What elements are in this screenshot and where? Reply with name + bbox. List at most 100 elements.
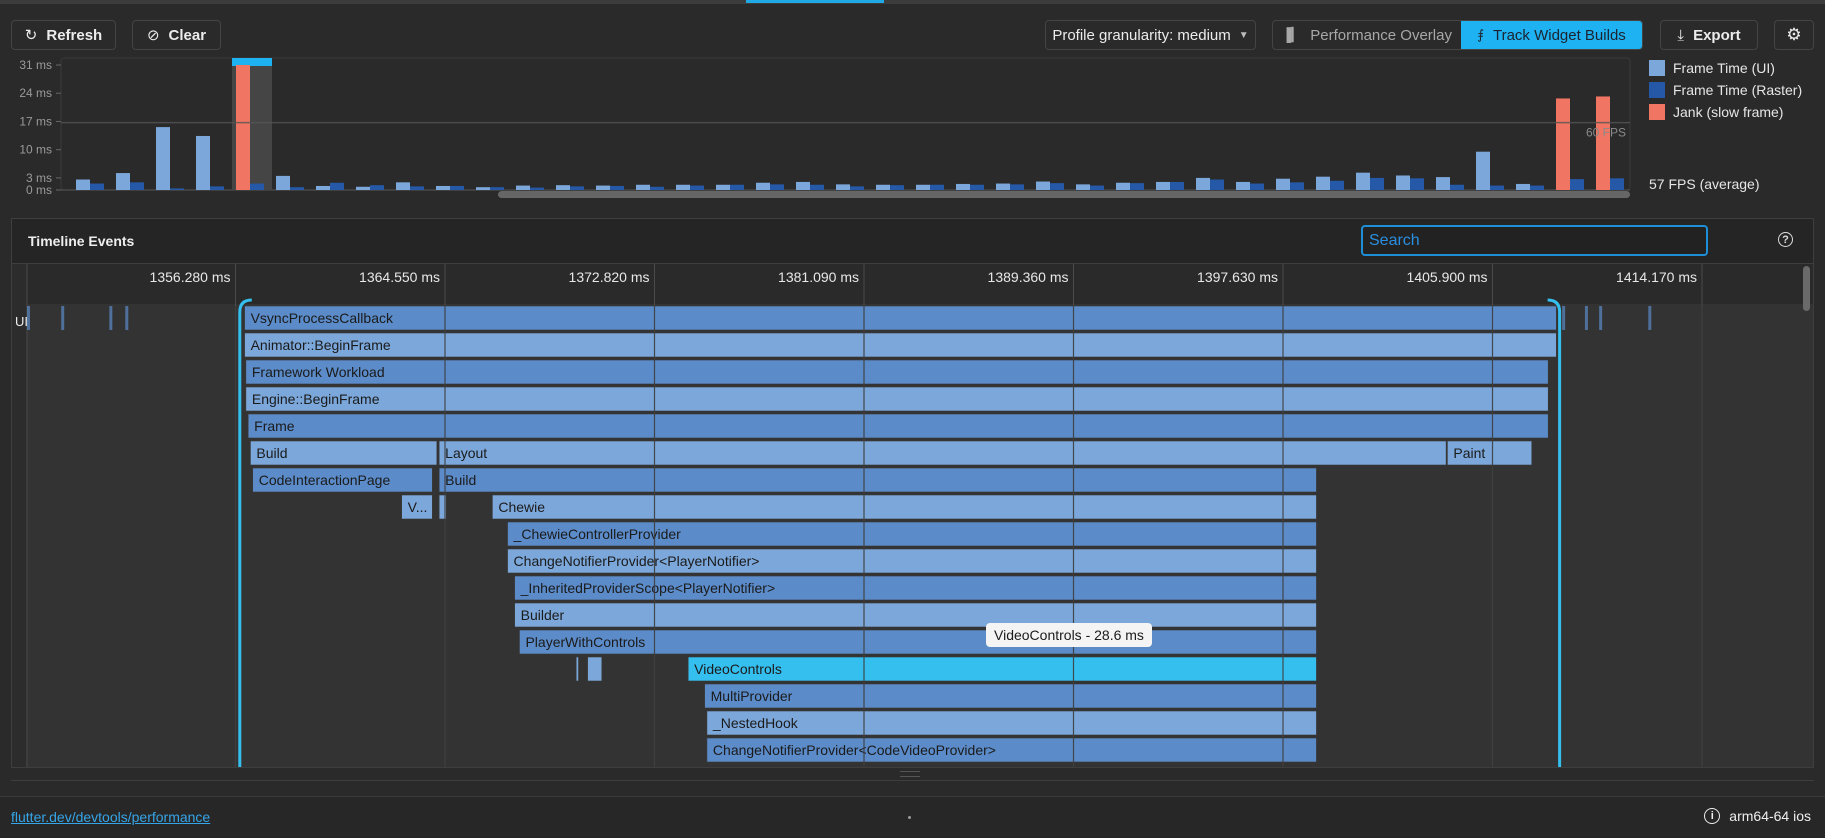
ui-event-marker[interactable] (1562, 306, 1566, 330)
ui-event-marker[interactable] (1599, 306, 1603, 330)
raster-frame-bar[interactable] (1530, 185, 1544, 190)
raster-frame-bar[interactable] (1610, 178, 1624, 190)
raster-frame-bar[interactable] (970, 184, 984, 190)
info-icon[interactable]: i (1704, 808, 1721, 824)
frame-chart[interactable]: 31 ms24 ms17 ms10 ms3 ms0 ms60 FPS (0, 55, 1640, 205)
timeline-event[interactable]: V... (401, 494, 433, 520)
ui-frame-bar[interactable] (996, 183, 1010, 190)
ui-frame-bar[interactable] (516, 185, 530, 190)
timeline-event[interactable]: _NestedHook (706, 710, 1317, 736)
event-bar[interactable] (244, 305, 1557, 331)
raster-frame-bar[interactable] (170, 188, 184, 190)
timeline-event[interactable]: Paint (1447, 440, 1533, 466)
raster-frame-bar[interactable] (450, 185, 464, 190)
ui-frame-bar[interactable] (1356, 172, 1370, 190)
search-input[interactable]: Search (1361, 225, 1708, 256)
raster-frame-bar[interactable] (1490, 185, 1504, 190)
timeline-event[interactable]: PlayerWithControls (519, 629, 1317, 655)
ui-frame-bar[interactable] (716, 184, 730, 190)
ui-event-marker[interactable] (109, 306, 113, 330)
raster-frame-bar[interactable] (1050, 183, 1064, 190)
ui-frame-bar[interactable] (1476, 151, 1490, 190)
event-bar[interactable] (247, 413, 1549, 439)
raster-frame-bar[interactable] (130, 182, 144, 190)
raster-frame-bar[interactable] (770, 184, 784, 190)
ui-frame-bar[interactable] (156, 127, 170, 190)
event-bar[interactable] (704, 683, 1317, 709)
ui-frame-bar[interactable] (1076, 184, 1090, 190)
timeline-event[interactable] (587, 656, 603, 682)
timeline-event[interactable]: Build (438, 467, 1317, 493)
ui-frame-bar[interactable] (396, 182, 410, 190)
timeline-event[interactable]: ChangeNotifierProvider<PlayerNotifier> (507, 548, 1317, 574)
docs-link[interactable]: flutter.dev/devtools/performance (11, 809, 210, 825)
timeline-event[interactable]: _ChewieControllerProvider (507, 521, 1317, 547)
raster-frame-bar[interactable] (610, 185, 624, 190)
raster-frame-bar[interactable] (1090, 185, 1104, 190)
ui-frame-bar[interactable] (1196, 177, 1210, 190)
raster-frame-bar[interactable] (1170, 181, 1184, 190)
ui-frame-bar[interactable] (316, 185, 330, 190)
ui-frame-bar[interactable] (596, 185, 610, 190)
ui-frame-bar[interactable] (676, 184, 690, 190)
ui-frame-bar[interactable] (356, 186, 370, 190)
event-bar[interactable] (438, 467, 1317, 493)
refresh-button[interactable]: ↻ Refresh (11, 20, 116, 50)
jank-bar[interactable] (236, 65, 250, 190)
raster-frame-bar[interactable] (810, 184, 824, 190)
jank-bar[interactable] (1596, 96, 1610, 190)
event-bar[interactable] (575, 656, 579, 682)
raster-frame-bar[interactable] (370, 185, 384, 190)
timeline-event[interactable] (575, 656, 579, 682)
event-bar[interactable] (244, 332, 1557, 358)
timeline-event[interactable]: Animator::BeginFrame (244, 332, 1557, 358)
timeline-event[interactable]: Layout (438, 440, 1447, 466)
export-button[interactable]: ⤓ Export (1660, 20, 1758, 50)
timeline-event[interactable]: Chewie (492, 494, 1317, 520)
event-bar[interactable] (706, 710, 1317, 736)
help-icon[interactable]: ? (1778, 232, 1793, 247)
raster-frame-bar[interactable] (410, 186, 424, 190)
ui-frame-bar[interactable] (116, 173, 130, 190)
timeline-event[interactable]: Frame (247, 413, 1549, 439)
ui-event-marker[interactable] (125, 306, 129, 330)
raster-frame-bar[interactable] (90, 183, 104, 190)
track-widget-builds-button[interactable]: ⨎ Track Widget Builds (1461, 21, 1642, 49)
raster-frame-bar[interactable] (1370, 177, 1384, 190)
timeline-event[interactable]: Builder (514, 602, 1317, 628)
raster-frame-bar[interactable] (890, 185, 904, 190)
ui-event-marker[interactable] (1584, 306, 1588, 330)
raster-frame-bar[interactable] (1570, 179, 1584, 190)
raster-frame-bar[interactable] (850, 186, 864, 190)
ui-frame-bar[interactable] (1116, 182, 1130, 190)
event-bar[interactable] (492, 494, 1317, 520)
ui-frame-bar[interactable] (476, 187, 490, 190)
timeline-event[interactable]: MultiProvider (704, 683, 1317, 709)
raster-frame-bar[interactable] (1290, 182, 1304, 190)
resize-handle[interactable] (900, 771, 920, 777)
raster-frame-bar[interactable] (1450, 184, 1464, 190)
ui-frame-bar[interactable] (956, 183, 970, 190)
raster-frame-bar[interactable] (730, 184, 744, 190)
ui-frame-bar[interactable] (196, 135, 210, 190)
ui-frame-bar[interactable] (916, 184, 930, 190)
ui-frame-bar[interactable] (836, 184, 850, 190)
raster-frame-bar[interactable] (1010, 184, 1024, 190)
event-bar[interactable] (687, 656, 1317, 682)
ui-frame-bar[interactable] (556, 185, 570, 190)
ui-frame-bar[interactable] (1156, 181, 1170, 190)
raster-frame-bar[interactable] (530, 187, 544, 190)
event-bar[interactable] (587, 656, 603, 682)
ui-frame-bar[interactable] (1516, 183, 1530, 190)
ui-frame-bar[interactable] (1316, 176, 1330, 190)
raster-frame-bar[interactable] (1410, 178, 1424, 190)
timeline-event[interactable]: _InheritedProviderScope<PlayerNotifier> (514, 575, 1317, 601)
timeline-event[interactable]: VsyncProcessCallback (244, 305, 1557, 331)
jank-bar[interactable] (1556, 98, 1570, 190)
ui-frame-bar[interactable] (756, 182, 770, 190)
raster-frame-bar[interactable] (490, 187, 504, 190)
performance-overlay-button[interactable]: ▐▎ Performance Overlay (1273, 21, 1461, 49)
ui-frame-bar[interactable] (1436, 177, 1450, 190)
ui-frame-bar[interactable] (76, 179, 90, 190)
timeline-event[interactable]: Build (250, 440, 438, 466)
